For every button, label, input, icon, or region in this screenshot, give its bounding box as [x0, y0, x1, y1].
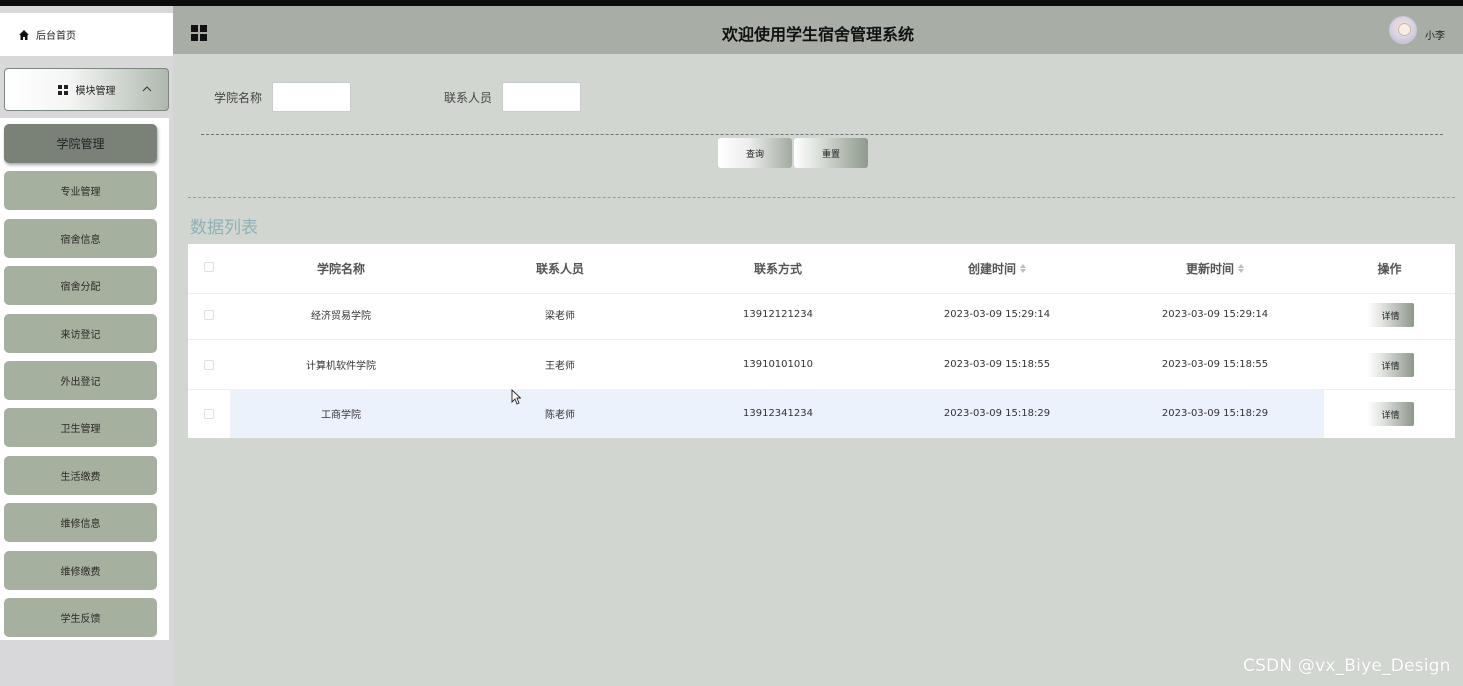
grid-icon — [57, 84, 68, 95]
home-link[interactable]: 后台首页 — [0, 13, 173, 56]
cell-college: 计算机软件学院 — [306, 361, 376, 372]
cell-phone: 13912341234 — [743, 408, 813, 419]
column-header-action: 操作 — [1324, 244, 1455, 293]
column-header-label: 创建时间 — [967, 262, 1016, 276]
header-bar: 欢迎使用学生宿舍管理系统 小李 — [173, 6, 1463, 54]
sidebar-item-living-fee[interactable]: 生活缴费 — [4, 456, 157, 495]
row-checkbox[interactable] — [204, 360, 214, 370]
table-row: 工商学院 陈老师 13912341234 2023-03-09 15:18:29… — [188, 389, 1455, 439]
sidebar: 后台首页 模块管理 学院管理 专业管理 宿舍信息 宿舍分配 来访登记 外出登记 … — [0, 6, 173, 686]
column-header-phone: 联系方式 — [668, 244, 888, 293]
sort-icon[interactable] — [1238, 263, 1244, 274]
sidebar-item-repair-fee[interactable]: 维修缴费 — [4, 551, 157, 590]
table-header-row: 学院名称 联系人员 联系方式 创建时间 更新时间 操作 — [188, 244, 1455, 294]
cell-college: 工商学院 — [321, 410, 361, 421]
sidebar-item-label: 宿舍分配 — [60, 282, 101, 293]
detail-button[interactable]: 详情 — [1367, 303, 1414, 327]
contact-input[interactable] — [502, 82, 581, 112]
cell-phone: 13910101010 — [743, 359, 813, 370]
row-checkbox[interactable] — [204, 310, 214, 320]
mouse-cursor-icon — [511, 389, 521, 405]
sidebar-item-label: 学院管理 — [56, 137, 105, 151]
reset-button[interactable]: 重置 — [794, 138, 868, 168]
column-header-label: 联系方式 — [753, 262, 802, 276]
college-name-input[interactable] — [272, 82, 351, 112]
sidebar-item-label: 维修缴费 — [60, 567, 101, 578]
module-label: 模块管理 — [75, 86, 116, 97]
table-row: 经济贸易学院 梁老师 13912121234 2023-03-09 15:29:… — [188, 290, 1455, 340]
sidebar-item-label: 专业管理 — [60, 187, 101, 198]
sidebar-item-major[interactable]: 专业管理 — [4, 171, 157, 210]
cell-created: 2023-03-09 15:29:14 — [943, 309, 1051, 320]
sidebar-item-label: 维修信息 — [60, 519, 101, 530]
data-table: 学院名称 联系人员 联系方式 创建时间 更新时间 操作 经济贸易学院 梁老师 1… — [188, 244, 1455, 438]
cell-phone: 13912121234 — [743, 309, 813, 320]
cell-updated: 2023-03-09 15:18:29 — [1161, 408, 1269, 419]
sidebar-item-college[interactable]: 学院管理 — [4, 124, 157, 163]
sidebar-item-label: 外出登记 — [60, 377, 101, 388]
column-header-label: 更新时间 — [1185, 262, 1234, 276]
cell-created: 2023-03-09 15:18:55 — [943, 359, 1051, 370]
cell-created: 2023-03-09 15:18:29 — [943, 408, 1051, 419]
contact-label: 联系人员 — [444, 91, 493, 105]
sidebar-item-label: 卫生管理 — [60, 424, 101, 435]
sidebar-item-hygiene[interactable]: 卫生管理 — [4, 408, 157, 447]
avatar[interactable] — [1389, 16, 1417, 44]
divider — [188, 197, 1455, 198]
sidebar-item-feedback[interactable]: 学生反馈 — [4, 598, 157, 637]
chevron-up-icon — [142, 86, 152, 92]
watermark: CSDN @vx_Biye_Design — [1243, 656, 1451, 676]
sidebar-item-label: 生活缴费 — [60, 472, 101, 483]
column-header-created[interactable]: 创建时间 — [888, 244, 1106, 293]
select-all-checkbox[interactable] — [204, 262, 214, 272]
section-title: 数据列表 — [190, 218, 258, 238]
table-row: 计算机软件学院 王老师 13910101010 2023-03-09 15:18… — [188, 340, 1455, 390]
cell-updated: 2023-03-09 15:29:14 — [1161, 309, 1269, 320]
cell-contact: 梁老师 — [545, 311, 575, 322]
query-button[interactable]: 查询 — [718, 138, 792, 168]
cell-contact: 王老师 — [545, 361, 575, 372]
sidebar-item-label: 学生反馈 — [60, 614, 101, 625]
row-checkbox[interactable] — [204, 409, 214, 419]
column-header-label: 学院名称 — [316, 262, 365, 276]
home-icon — [19, 29, 29, 40]
sidebar-item-repair-info[interactable]: 维修信息 — [4, 503, 157, 542]
divider — [201, 134, 1443, 135]
sidebar-item-label: 来访登记 — [60, 330, 101, 341]
college-name-label: 学院名称 — [214, 91, 263, 105]
cell-contact: 陈老师 — [545, 410, 575, 421]
column-header-college: 学院名称 — [230, 244, 452, 293]
detail-button[interactable]: 详情 — [1367, 353, 1414, 377]
column-header-label: 联系人员 — [535, 262, 584, 276]
username[interactable]: 小李 — [1425, 27, 1445, 42]
sidebar-item-visitor[interactable]: 来访登记 — [4, 314, 157, 353]
column-header-contact: 联系人员 — [452, 244, 668, 293]
sidebar-item-outing[interactable]: 外出登记 — [4, 361, 157, 400]
cell-updated: 2023-03-09 15:18:55 — [1161, 359, 1269, 370]
sidebar-item-label: 宿舍信息 — [60, 235, 101, 246]
detail-button[interactable]: 详情 — [1367, 402, 1414, 426]
page-title: 欢迎使用学生宿舍管理系统 — [721, 25, 914, 44]
sidebar-item-dorm-info[interactable]: 宿舍信息 — [4, 219, 157, 258]
sidebar-item-dorm-assign[interactable]: 宿舍分配 — [4, 266, 157, 305]
sort-icon[interactable] — [1020, 263, 1026, 274]
module-menu-toggle[interactable]: 模块管理 — [4, 68, 169, 111]
column-header-updated[interactable]: 更新时间 — [1106, 244, 1324, 293]
home-label: 后台首页 — [36, 31, 76, 42]
column-header-label: 操作 — [1377, 262, 1402, 276]
cell-college: 经济贸易学院 — [311, 311, 371, 322]
